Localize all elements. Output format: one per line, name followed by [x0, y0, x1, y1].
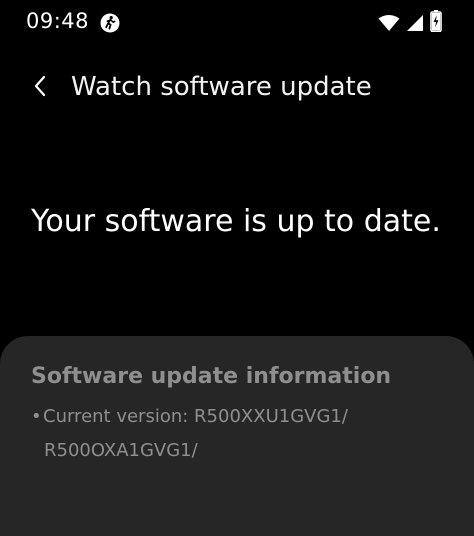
current-version-continuation: R500OXA1GVG1/	[44, 440, 198, 461]
bullet: •	[31, 406, 42, 427]
current-version-label: Current version: R500XXU1GVG1/	[43, 406, 348, 427]
back-button[interactable]	[26, 72, 54, 104]
current-version-line: •Current version: R500XXU1GVG1/	[31, 406, 348, 427]
status-time: 09:48	[26, 9, 90, 33]
status-bar: 09:48	[0, 0, 474, 50]
wifi-icon	[378, 14, 400, 36]
status-icons	[378, 10, 442, 36]
battery-charging-icon	[430, 10, 442, 36]
title-bar: Watch software update	[0, 62, 474, 116]
page-title: Watch software update	[71, 72, 372, 102]
running-person-icon	[100, 13, 120, 33]
chevron-left-icon	[33, 75, 47, 101]
info-card-title: Software update information	[31, 364, 392, 389]
update-status-message: Your software is up to date.	[31, 204, 441, 239]
software-update-info-card: Software update information •Current ver…	[0, 336, 474, 536]
cellular-signal-icon	[406, 14, 424, 36]
